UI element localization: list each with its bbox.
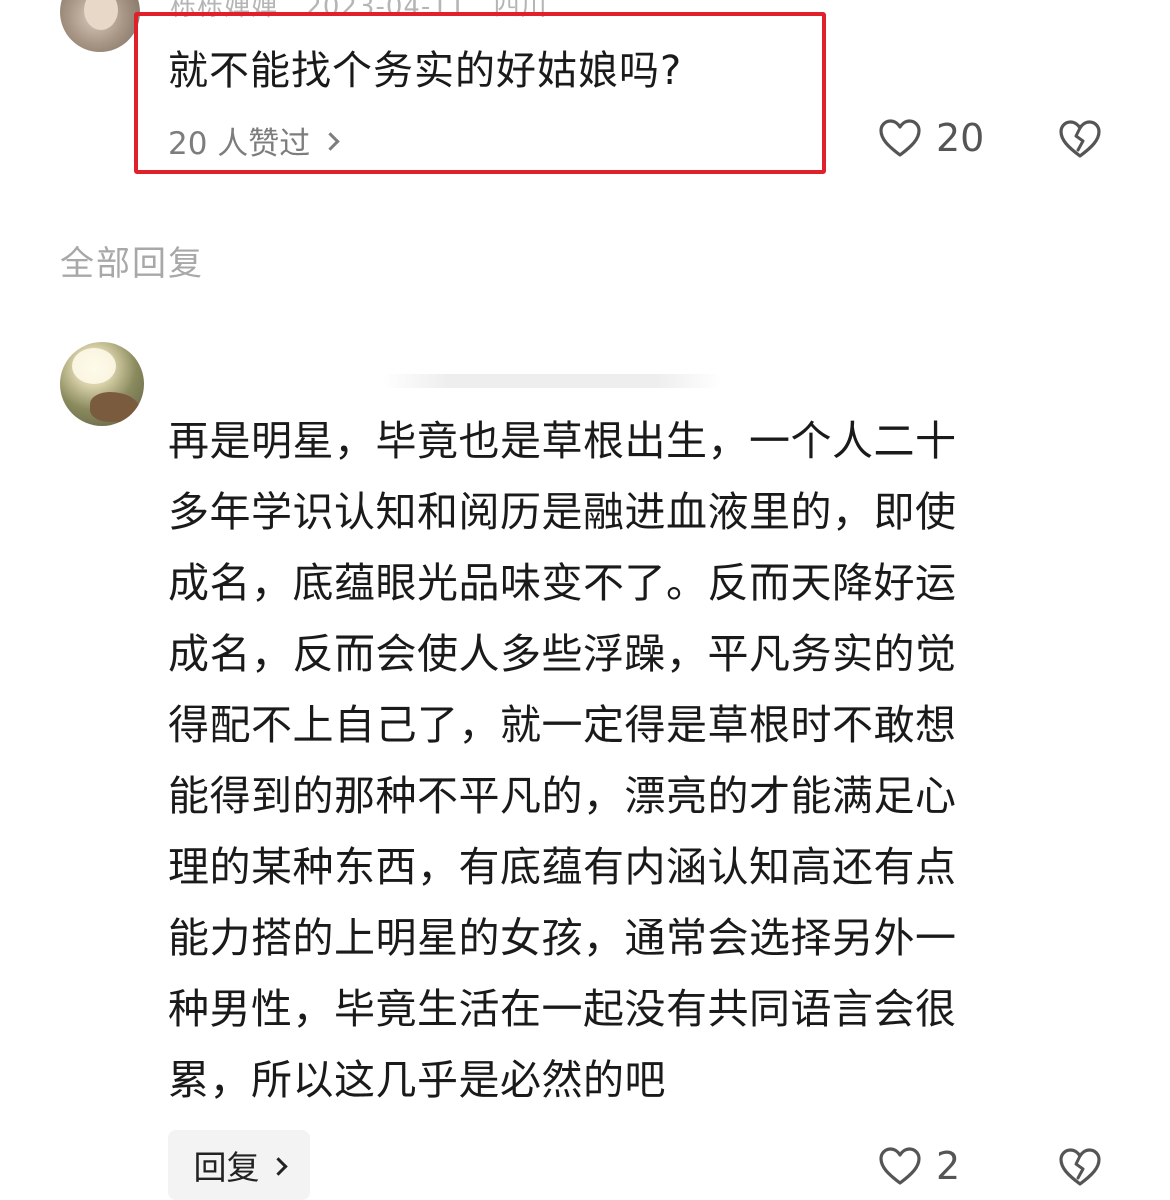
like-count: 20: [936, 116, 985, 160]
reply-button-label: 回复: [193, 1148, 260, 1187]
avatar-face: [84, 0, 118, 30]
reply-text-line: 能力搭的上明星的女孩，通常会选择另外一: [168, 914, 957, 962]
heart-outline-icon: [879, 1147, 921, 1185]
commenter-avatar[interactable]: [60, 0, 140, 52]
chevron-right-icon: [268, 1156, 288, 1176]
heart-outline-icon: [879, 119, 921, 157]
comment-text: 就不能找个务实的好姑娘吗?: [168, 48, 683, 94]
reply-text-line: 累，所以这几乎是必然的吧: [168, 1056, 666, 1104]
all-replies-label: 全部回复: [60, 244, 204, 284]
comment-like-button[interactable]: 20: [878, 116, 984, 160]
broken-heart-icon[interactable]: [1058, 1146, 1102, 1188]
like-count: 2: [936, 1144, 961, 1188]
reply-text: 再是明星，毕竟也是草根出生，一个人二十 多年学识认知和阅历是融进血液里的，即使 …: [168, 406, 1080, 1116]
reply-text-line: 种男性，毕竟生活在一起没有共同语言会很: [168, 985, 957, 1033]
reply-button[interactable]: 回复: [168, 1130, 310, 1200]
reply-avatar[interactable]: [60, 342, 144, 426]
reply-text-line: 成名，底蕴眼光品味变不了。反而天降好运: [168, 559, 957, 607]
reply-username-blurred: [382, 374, 722, 388]
reply-text-line: 得配不上自己了，就一定得是草根时不敢想: [168, 701, 957, 749]
likes-list-link[interactable]: 20 人赞过: [168, 118, 341, 163]
avatar-rock: [90, 392, 140, 422]
broken-heart-icon[interactable]: [1058, 118, 1102, 160]
reply-text-line: 成名，反而会使人多些浮躁，平凡务实的觉: [168, 630, 957, 678]
reply-text-line: 多年学识认知和阅历是融进血液里的，即使: [168, 488, 957, 536]
reply-text-line: 再是明星，毕竟也是草根出生，一个人二十: [168, 417, 957, 465]
chevron-right-icon: [321, 132, 341, 151]
likes-list-label: 20 人赞过: [168, 126, 311, 162]
reply-text-line: 能得到的那种不平凡的，漂亮的才能满足心: [168, 772, 957, 820]
reply-like-button[interactable]: 2: [878, 1144, 960, 1188]
avatar-sunlight: [72, 348, 116, 384]
reply-text-line: 理的某种东西，有底蕴有内涵认知高还有点: [168, 843, 957, 891]
